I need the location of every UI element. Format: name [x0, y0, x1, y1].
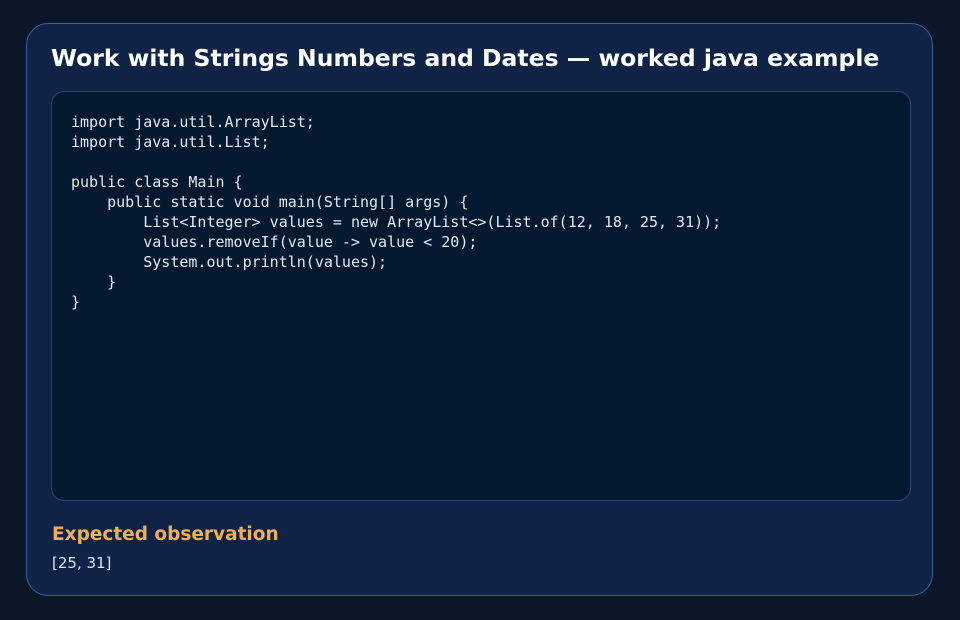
- code-line: import java.util.ArrayList;: [71, 113, 315, 131]
- code-text: import java.util.ArrayList; import java.u…: [71, 112, 721, 312]
- code-line: List<Integer> values = new ArrayList<>(L…: [71, 213, 722, 231]
- code-line: public class Main {: [71, 173, 243, 191]
- example-card: Work with Strings Numbers and Dates — wo…: [26, 23, 933, 596]
- code-line: import java.util.List;: [71, 133, 270, 151]
- code-block: import java.util.ArrayList; import java.u…: [51, 91, 911, 501]
- code-line: }: [71, 273, 117, 291]
- observation-heading: Expected observation: [52, 524, 279, 545]
- observation-value: [25, 31]: [52, 554, 112, 572]
- code-line: System.out.println(values);: [71, 253, 388, 271]
- code-line: }: [71, 293, 81, 311]
- code-line: public static void main(String[] args) {: [71, 193, 469, 211]
- card-title: Work with Strings Numbers and Dates — wo…: [51, 44, 880, 72]
- code-line: values.removeIf(value -> value < 20);: [71, 233, 478, 251]
